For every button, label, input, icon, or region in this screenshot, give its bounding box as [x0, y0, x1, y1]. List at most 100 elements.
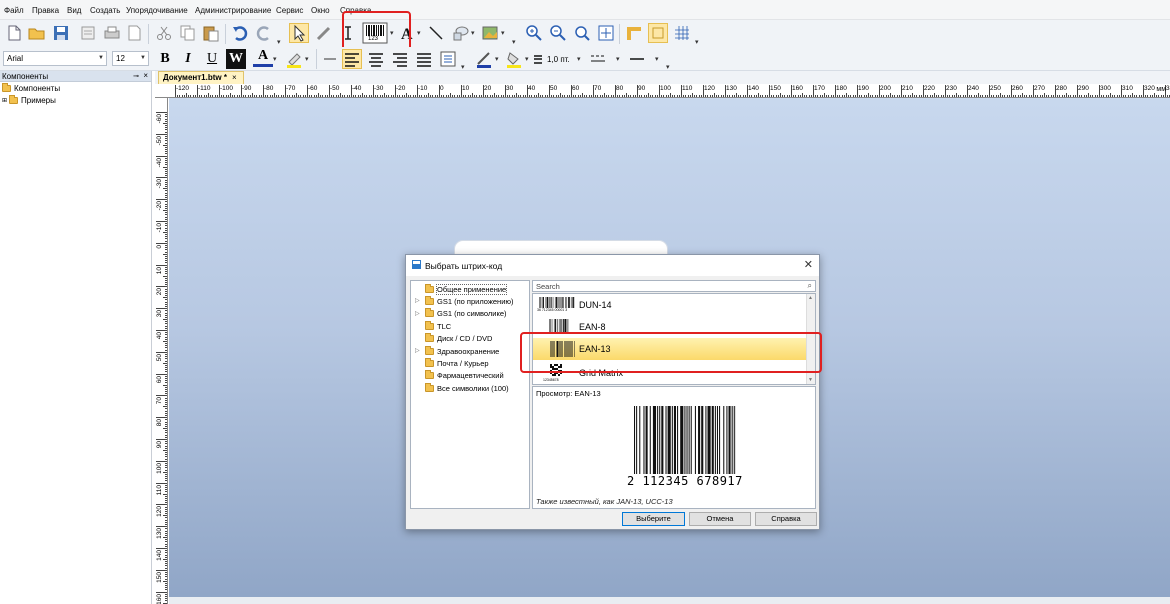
font-color-dropdown-icon[interactable]: ▾ [273, 55, 279, 63]
save-icon[interactable] [51, 23, 71, 43]
highlight-dropdown-icon[interactable]: ▾ [305, 55, 311, 63]
highlight-color-icon[interactable] [284, 49, 304, 69]
pin-icon[interactable]: ⊸ [133, 72, 139, 80]
image-dropdown-arrow-icon[interactable]: ▾ [501, 29, 507, 37]
category-item[interactable]: ▷ Здравоохранение [411, 345, 529, 357]
menu-create[interactable]: Создать [90, 6, 120, 15]
menu-edit[interactable]: Правка [32, 6, 59, 15]
ruler-tick [156, 155, 167, 157]
inverse-text-button[interactable]: W [226, 49, 246, 69]
page-setup-icon[interactable] [124, 23, 144, 43]
font-color-button[interactable]: A [253, 48, 273, 67]
menu-window[interactable]: Окно [311, 6, 330, 15]
align-justify-icon[interactable] [414, 49, 434, 69]
tree-item-examples[interactable]: ⊞ Примеры [0, 94, 151, 106]
zoom-in-icon[interactable] [524, 23, 544, 43]
bold-button[interactable]: B [155, 49, 175, 69]
menu-admin[interactable]: Администрирование [195, 6, 271, 15]
copy-icon[interactable] [178, 23, 198, 43]
toolbar-overflow-3-icon[interactable]: ▾ [695, 38, 701, 46]
category-item[interactable]: TLC [411, 320, 529, 332]
toolbar-overflow-2-icon[interactable]: ▾ [512, 38, 518, 46]
print-preview-icon[interactable] [78, 23, 98, 43]
tree-item-components[interactable]: Компоненты [0, 82, 151, 94]
close-icon[interactable]: ✕ [804, 258, 813, 271]
close-tab-icon[interactable]: × [232, 73, 237, 82]
category-item[interactable]: Диск / CD / DVD [411, 333, 529, 345]
ruler-tick-label: 20 [156, 288, 163, 296]
underline-button[interactable]: U [202, 49, 222, 69]
undo-icon[interactable] [230, 23, 250, 43]
document-tab[interactable]: Документ1.btw * × [158, 71, 244, 84]
text-dropdown-arrow-icon[interactable]: ▾ [417, 29, 423, 37]
redo-icon[interactable] [254, 23, 274, 43]
ruler-tick [163, 297, 167, 299]
image-tool-icon[interactable] [480, 23, 500, 43]
font-size-select[interactable]: 12 ▼ [112, 51, 149, 66]
help-button[interactable]: Справка [755, 512, 817, 526]
toolbar-overflow-4-icon[interactable]: ▾ [461, 63, 467, 71]
line-style-icon[interactable] [588, 49, 608, 69]
category-item[interactable]: Фармацевтический [411, 370, 529, 382]
expand-arrow-icon[interactable]: ▷ [415, 310, 420, 317]
toolbar-overflow-icon[interactable]: ▾ [277, 38, 283, 46]
line-style-dropdown-icon[interactable]: ▾ [616, 55, 622, 63]
line-width-value[interactable]: 1,0 пт. [547, 55, 570, 64]
line-tool-icon[interactable] [426, 23, 446, 43]
category-item[interactable]: Все символики (100) [411, 382, 529, 394]
expand-icon[interactable]: ⊞ [2, 97, 7, 104]
font-family-select[interactable]: Arial ▼ [3, 51, 107, 66]
line-type-icon[interactable] [627, 49, 647, 69]
scroll-down-icon[interactable]: ▼ [808, 377, 813, 383]
paste-icon[interactable] [201, 23, 221, 43]
select-pointer-icon[interactable] [289, 23, 309, 43]
scroll-up-icon[interactable]: ▲ [808, 295, 813, 301]
print-icon[interactable] [102, 23, 122, 43]
close-icon[interactable]: × [143, 71, 148, 80]
fit-text-icon[interactable] [438, 49, 458, 69]
menu-view[interactable]: Вид [67, 6, 81, 15]
category-item[interactable]: Общее применение [411, 283, 529, 295]
barcode-search-input[interactable]: Search ⌕ [532, 280, 816, 292]
ruler-tick [163, 384, 167, 386]
horizontal-rule-icon[interactable] [320, 49, 340, 69]
zoom-page-icon[interactable] [596, 23, 616, 43]
menu-arrange[interactable]: Упорядочивание [126, 6, 188, 15]
shape-tool-icon[interactable] [450, 23, 470, 43]
zoom-to-fit-icon[interactable] [572, 23, 592, 43]
align-right-icon[interactable] [390, 49, 410, 69]
menu-file[interactable]: Файл [4, 6, 24, 15]
italic-button[interactable]: I [178, 49, 198, 69]
cut-icon[interactable] [154, 23, 174, 43]
guides-icon[interactable] [648, 23, 668, 43]
menu-tools[interactable]: Сервис [276, 6, 303, 15]
new-document-icon[interactable] [4, 23, 24, 43]
expand-arrow-icon[interactable]: ▷ [415, 297, 420, 304]
barcode-item-dun14[interactable]: 36 712345 00001 3 DUN-14 [533, 294, 807, 316]
search-icon[interactable]: ⌕ [808, 281, 812, 291]
line-color-dropdown-icon[interactable]: ▾ [495, 55, 501, 63]
line-width-dropdown-icon[interactable]: ▾ [577, 55, 583, 63]
cancel-button[interactable]: Отмена [689, 512, 751, 526]
shape-dropdown-arrow-icon[interactable]: ▾ [471, 29, 477, 37]
category-item[interactable]: ▷ GS1 (по символике) [411, 308, 529, 320]
fill-color-icon[interactable] [504, 49, 524, 69]
zoom-out-icon[interactable] [548, 23, 568, 43]
ruler-tick-label: 210 [902, 85, 913, 92]
align-center-icon[interactable] [366, 49, 386, 69]
format-toolbar: Arial ▼ 12 ▼ B I U W A ▾ ▾ ▾ ▾ ▾ 1,0 пт. ▾… [0, 47, 1170, 71]
select-button[interactable]: Выберите [622, 512, 685, 526]
toolbar-overflow-5-icon[interactable]: ▾ [666, 63, 672, 71]
align-left-icon[interactable] [342, 49, 362, 69]
fill-color-dropdown-icon[interactable]: ▾ [525, 55, 531, 63]
line-type-dropdown-icon[interactable]: ▾ [655, 55, 661, 63]
category-item[interactable]: ▷ GS1 (по приложению) [411, 295, 529, 307]
horizontal-scrollbar[interactable] [169, 597, 1170, 604]
open-folder-icon[interactable] [27, 23, 47, 43]
line-color-icon[interactable] [474, 49, 494, 69]
pan-icon[interactable] [314, 23, 334, 43]
category-item[interactable]: Почта / Курьер [411, 357, 529, 369]
rulers-icon[interactable] [624, 23, 644, 43]
expand-arrow-icon[interactable]: ▷ [415, 347, 420, 354]
grid-icon[interactable] [672, 23, 692, 43]
